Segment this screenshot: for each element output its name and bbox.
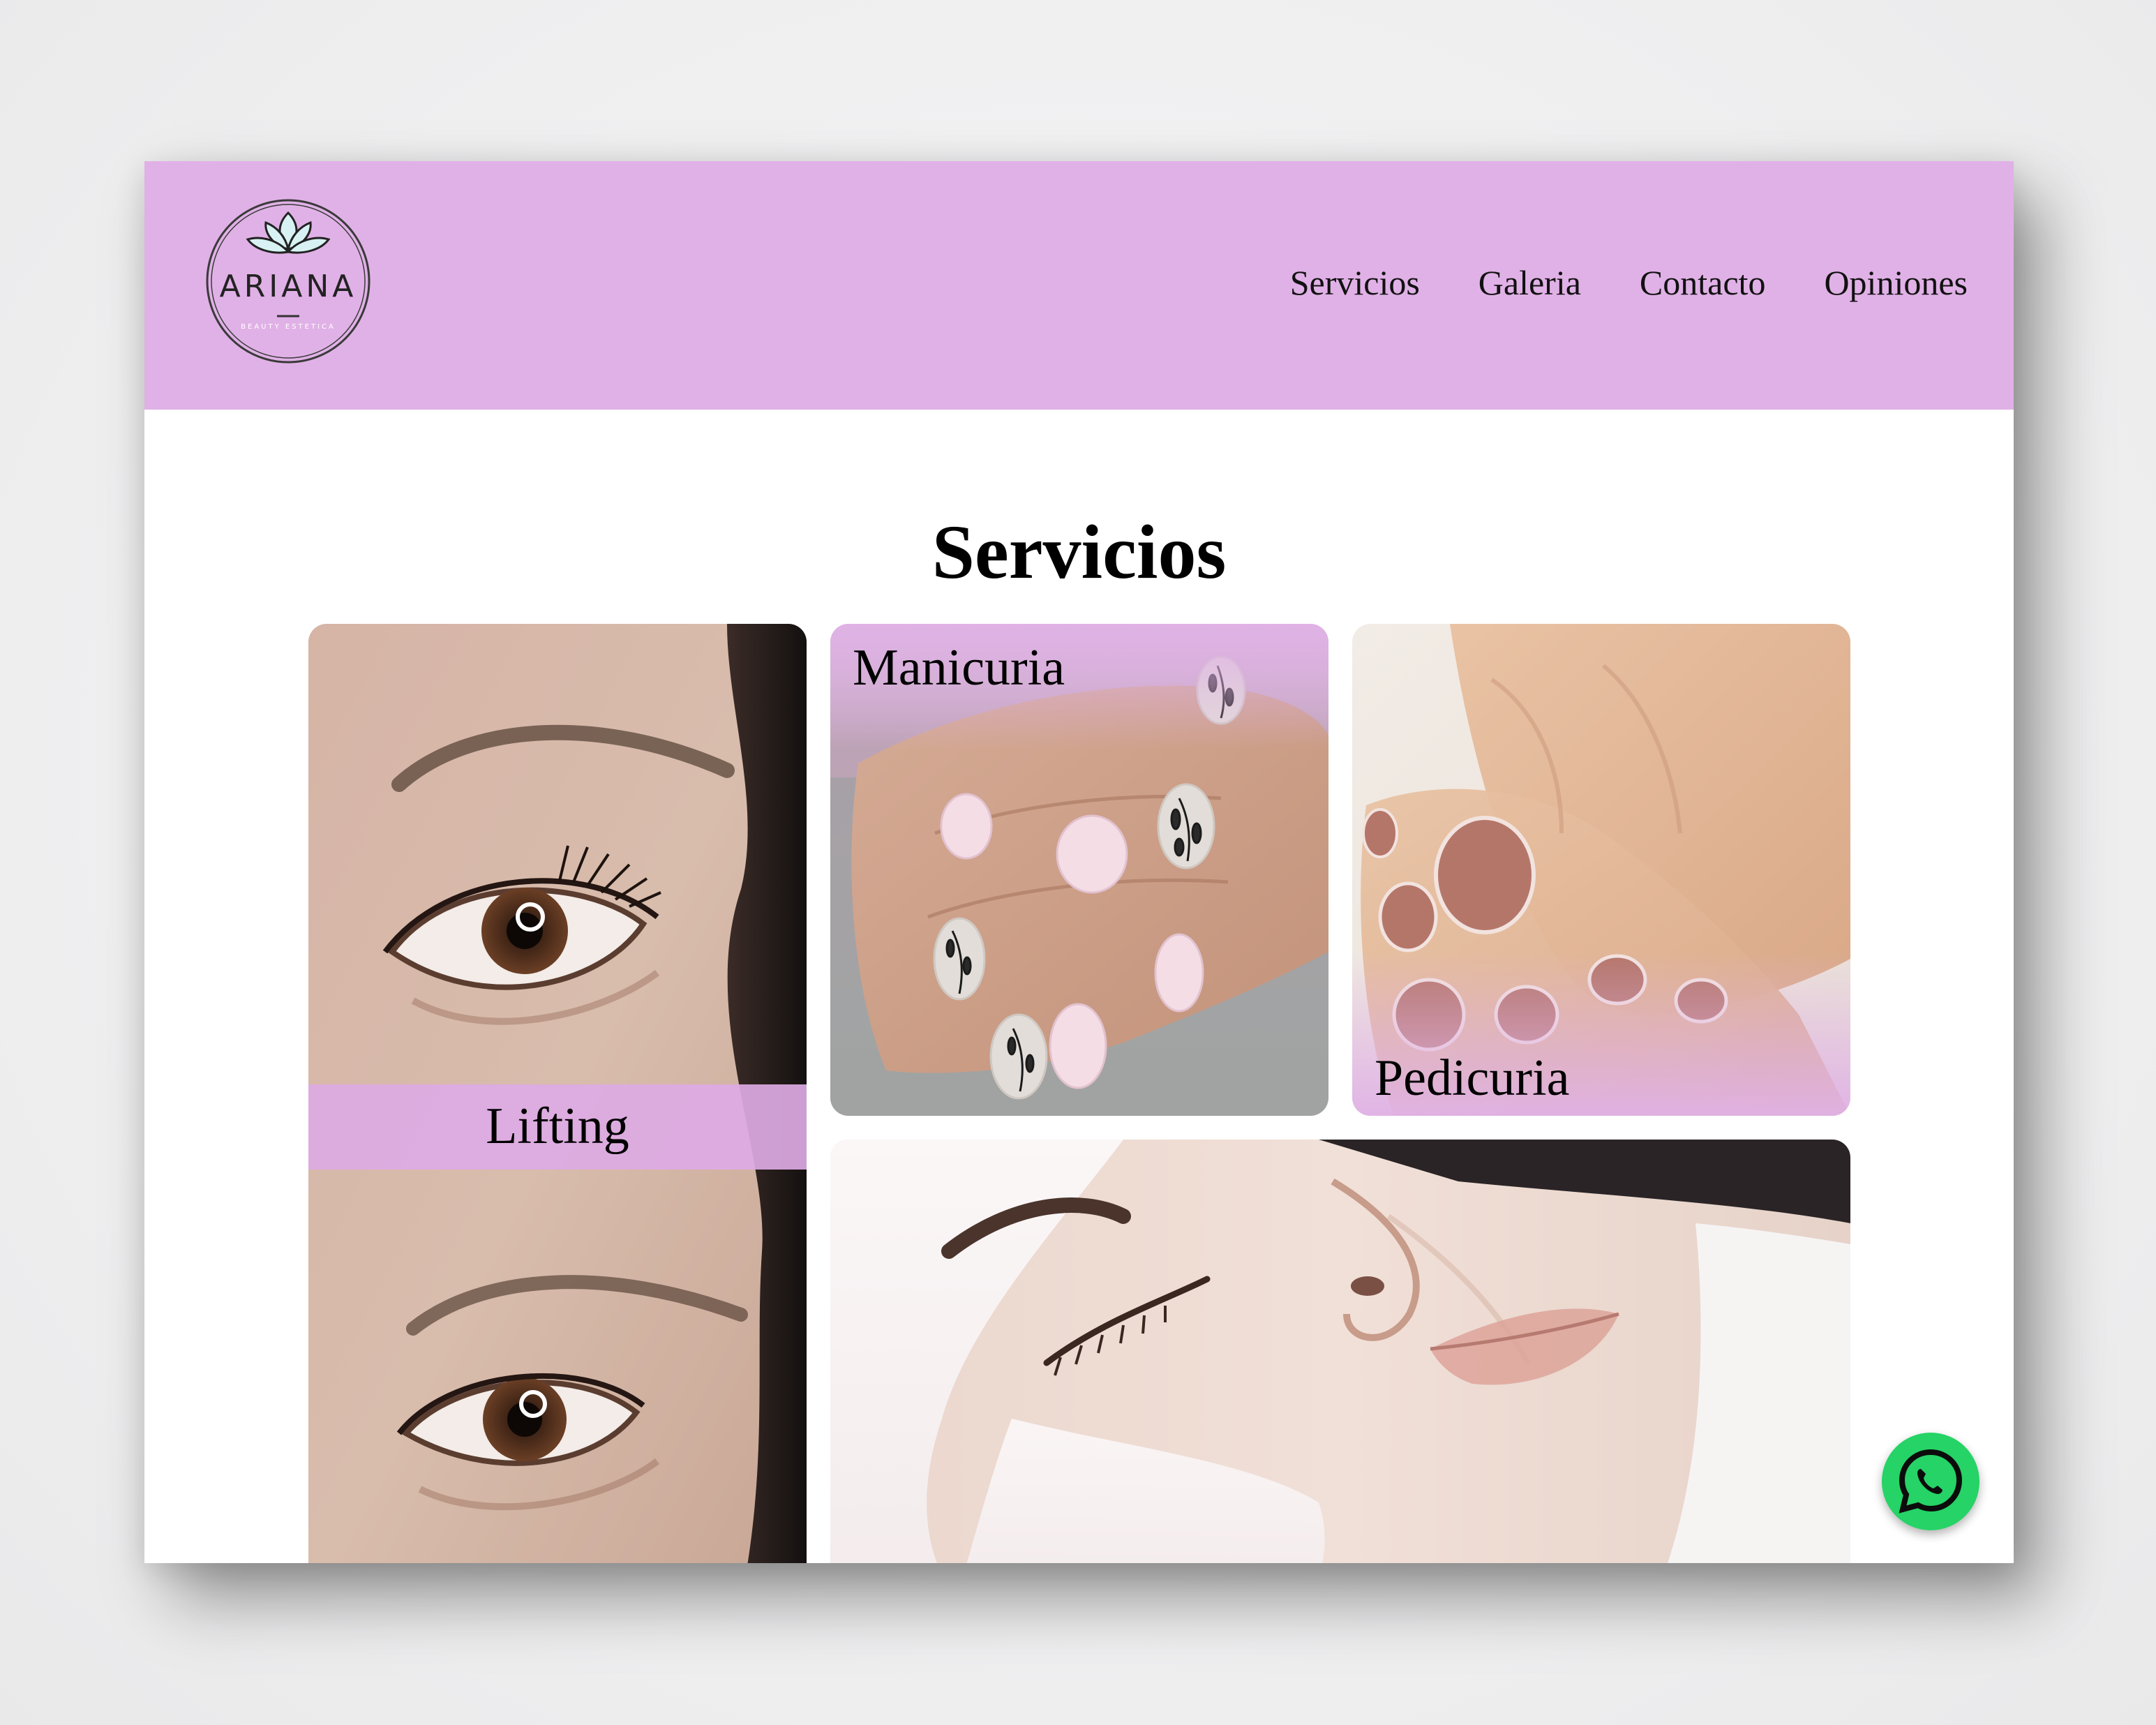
service-card-pedicuria[interactable]: Pedicuria — [1352, 624, 1850, 1116]
section-title: Servicios — [931, 509, 1227, 595]
whatsapp-button[interactable] — [1882, 1433, 1979, 1530]
service-label: Lifting — [486, 1098, 629, 1155]
facial-photo — [830, 1140, 1850, 1563]
browser-viewport: ARIANA BEAUTY ESTETICA Servicios Galeria… — [144, 161, 2014, 1563]
brand-logo[interactable]: ARIANA BEAUTY ESTETICA — [204, 197, 372, 365]
service-card-facial[interactable] — [830, 1140, 1850, 1563]
nav-servicios[interactable]: Servicios — [1290, 262, 1420, 303]
pedicuria-photo — [1352, 624, 1850, 1116]
site-header: ARIANA BEAUTY ESTETICA Servicios Galeria… — [144, 161, 2014, 410]
nav-galeria[interactable]: Galeria — [1478, 262, 1581, 303]
nav-contacto[interactable]: Contacto — [1640, 262, 1766, 303]
service-card-lifting[interactable]: Lifting — [308, 624, 807, 1563]
service-label: Manicuria — [853, 639, 1065, 696]
service-label: Pedicuria — [1375, 1050, 1570, 1107]
manicuria-photo — [830, 624, 1328, 1116]
main-nav: Servicios Galeria Contacto Opiniones — [1290, 262, 1968, 303]
nav-opiniones[interactable]: Opiniones — [1824, 262, 1968, 303]
service-card-manicuria[interactable]: Manicuria — [830, 624, 1328, 1116]
brand-tagline: BEAUTY ESTETICA — [241, 323, 336, 331]
brand-name: ARIANA — [219, 269, 357, 304]
whatsapp-icon — [1899, 1449, 1963, 1514]
